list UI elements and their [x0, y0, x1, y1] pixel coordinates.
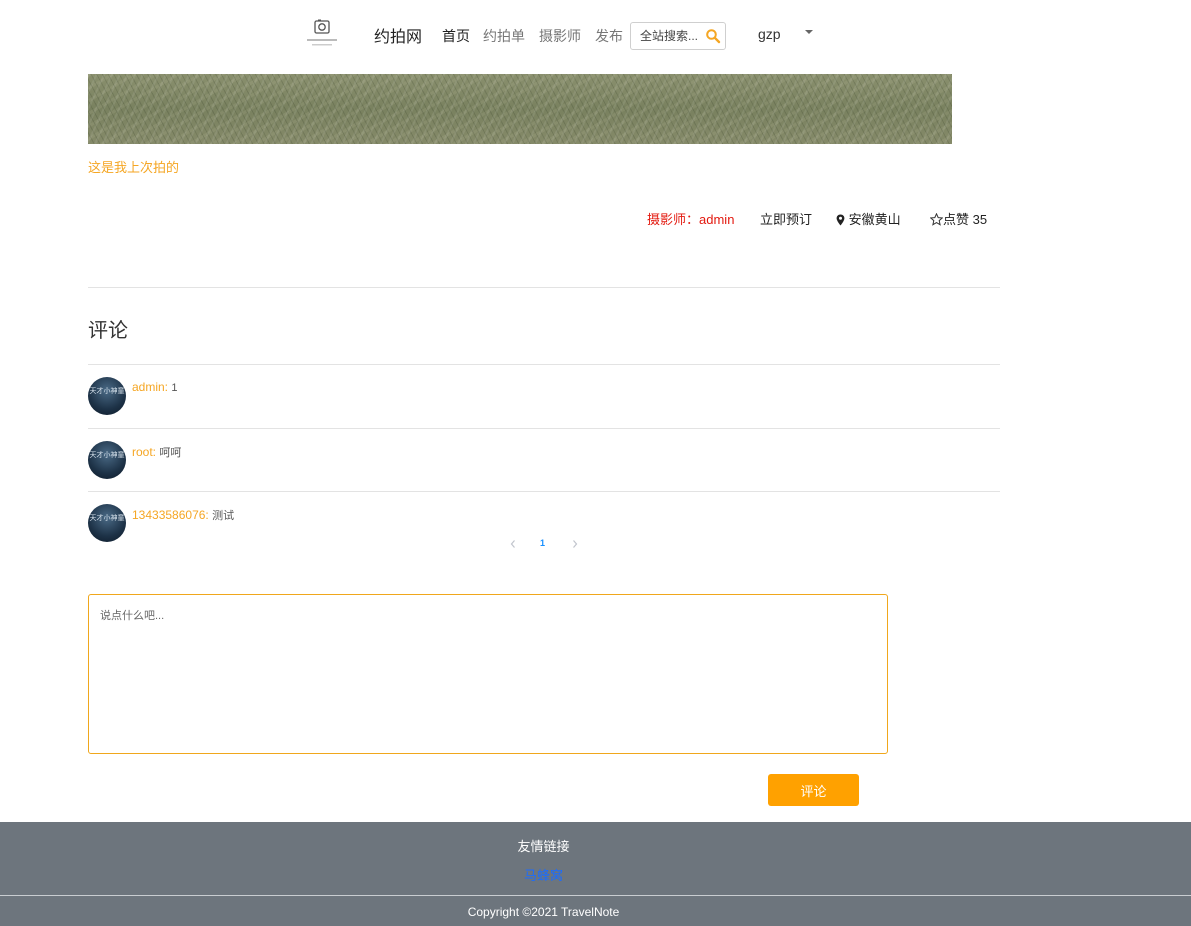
nav-bookings[interactable]: 约拍单 [483, 26, 525, 46]
avatar[interactable]: 天才小神童 [88, 377, 126, 415]
pagination-page[interactable]: 1 [540, 538, 545, 548]
photographer-name[interactable]: admin [699, 212, 734, 227]
comment-text: 呵呵 [159, 447, 182, 459]
comment-divider [88, 428, 1000, 429]
location-info: 安徽黄山 [836, 209, 901, 228]
footer: 友情链接 马蜂窝 Copyright ©2021 TravelNote [0, 822, 1191, 926]
comment-divider [88, 491, 1000, 492]
search-input[interactable] [631, 23, 703, 49]
comment-author: 13433586076: 测试 [132, 508, 235, 522]
map-marker-icon [836, 214, 845, 226]
section-divider [88, 287, 1000, 288]
comment-author: admin: 1 [132, 380, 178, 394]
photographer-info[interactable]: 摄影师：admin [647, 209, 734, 228]
avatar-text: 天才小神童 [89, 451, 125, 459]
search-icon[interactable] [705, 28, 721, 44]
comment-author: root: 呵呵 [132, 445, 182, 459]
comment-textarea[interactable] [88, 594, 888, 754]
like-button[interactable]: 点赞 35 [929, 209, 988, 228]
avatar[interactable]: 天才小神童 [88, 504, 126, 542]
avatar-text: 天才小神童 [89, 514, 125, 522]
star-icon [929, 212, 944, 226]
comments-title: 评论 [88, 320, 128, 342]
copyright-text: Copyright ©2021 TravelNote [467, 905, 620, 919]
chevron-right-icon[interactable] [570, 538, 580, 550]
comment-item: 天才小神童 root: 呵呵 [88, 441, 1000, 481]
location-text: 安徽黄山 [848, 212, 901, 227]
camera-logo-icon[interactable] [304, 18, 340, 48]
comments-divider [88, 364, 1000, 365]
user-menu-name[interactable]: gzp [758, 26, 781, 42]
site-brand[interactable]: 约拍网 [374, 23, 422, 47]
comment-text: 1 [171, 382, 178, 394]
submit-comment-button[interactable]: 评论 [768, 774, 859, 806]
footer-divider [0, 895, 1191, 896]
post-photo [88, 74, 952, 144]
nav-photographers[interactable]: 摄影师 [539, 26, 581, 46]
chevron-left-icon[interactable] [508, 538, 518, 550]
nav-home[interactable]: 首页 [442, 26, 470, 46]
photographer-label: 摄影师： [647, 212, 700, 227]
footer-links-title: 友情链接 [517, 839, 570, 854]
post-caption: 这是我上次拍的 [88, 160, 180, 175]
footer-link-mafengwo[interactable]: 马蜂窝 [0, 865, 1087, 884]
like-label: 点赞 [943, 212, 970, 227]
avatar-text: 天才小神童 [89, 387, 125, 395]
search-box [630, 22, 726, 50]
comment-text: 测试 [212, 510, 235, 522]
book-now-link[interactable]: 立即预订 [760, 209, 812, 228]
comment-item: 天才小神童 admin: 1 [88, 377, 1000, 417]
avatar[interactable]: 天才小神童 [88, 441, 126, 479]
nav-publish[interactable]: 发布 [595, 26, 623, 46]
caret-down-icon[interactable] [805, 30, 813, 34]
like-count: 35 [972, 212, 988, 227]
top-navbar: 约拍网 首页 约拍单 摄影师 发布 gzp [0, 0, 1191, 70]
